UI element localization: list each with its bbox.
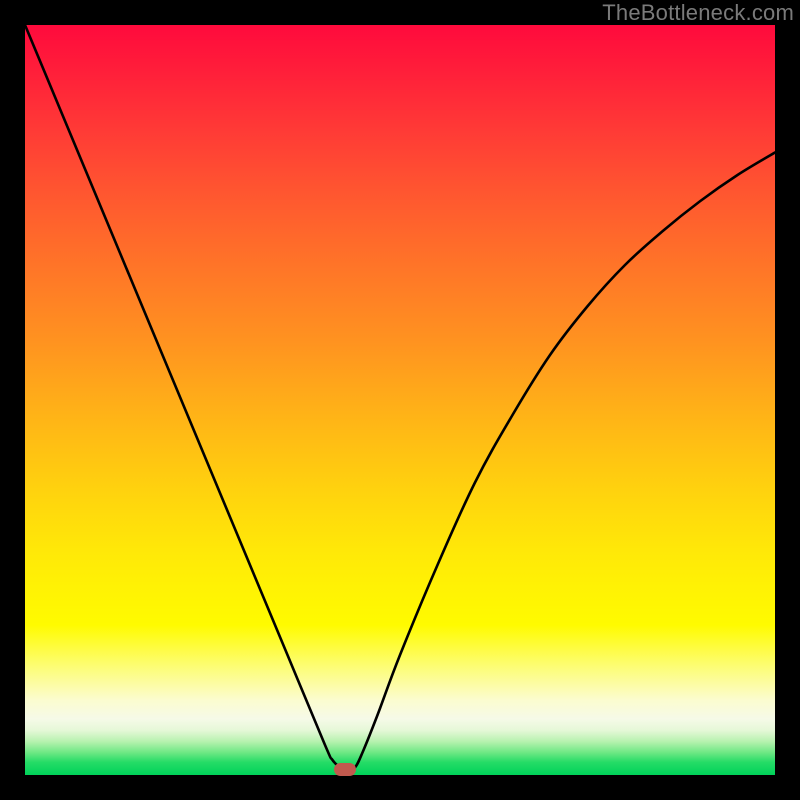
chart-frame: TheBottleneck.com (0, 0, 800, 800)
bottleneck-curve (25, 25, 775, 775)
bottleneck-marker (334, 763, 356, 776)
watermark-text: TheBottleneck.com (602, 0, 794, 26)
plot-area (25, 25, 775, 775)
